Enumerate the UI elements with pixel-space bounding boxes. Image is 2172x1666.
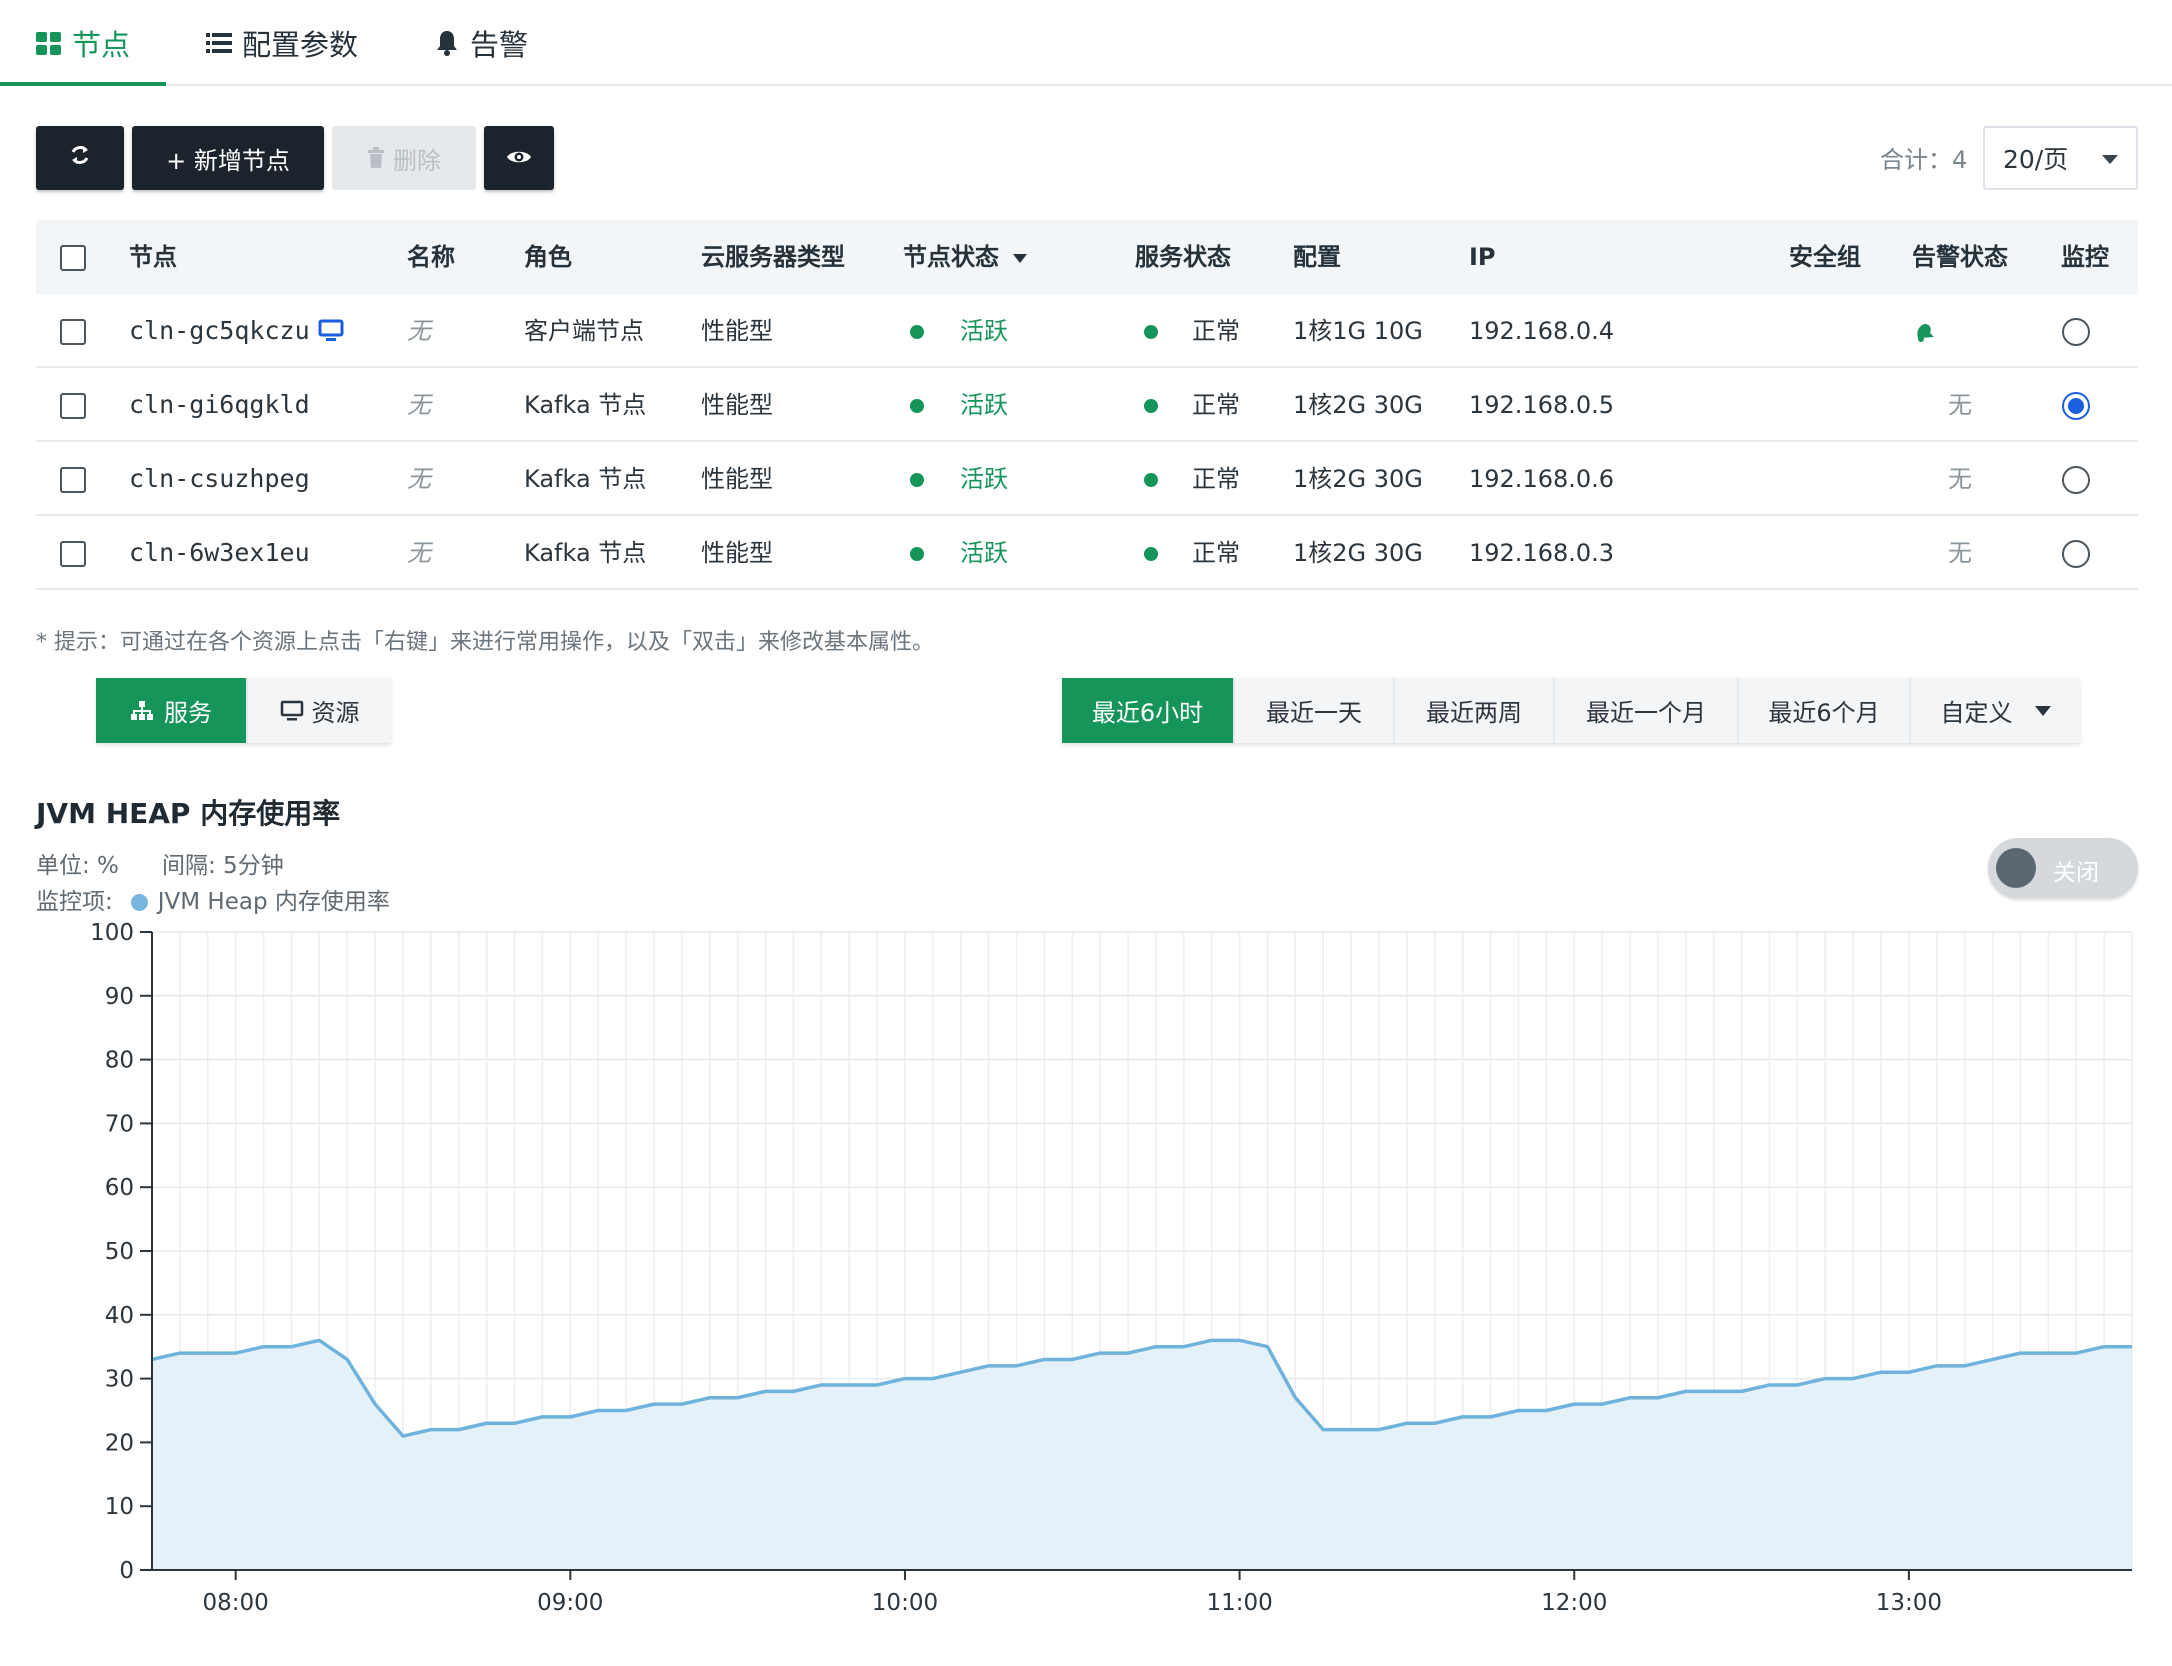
y-tick-label: 90 bbox=[105, 984, 134, 1010]
y-tick-label: 100 bbox=[90, 920, 134, 946]
y-tick-label: 10 bbox=[105, 1494, 134, 1520]
x-tick-label: 08:00 bbox=[203, 1590, 269, 1616]
y-tick-label: 80 bbox=[105, 1048, 134, 1074]
x-tick-label: 09:00 bbox=[537, 1590, 603, 1616]
x-tick-label: 10:00 bbox=[872, 1590, 938, 1616]
heap-usage-chart: 0 10 20 30 40 50 60 70 80 90 100 08:00 09:00 10:00 11:… bbox=[90, 920, 2133, 1616]
series-area bbox=[152, 1340, 2132, 1570]
y-tick-label: 30 bbox=[105, 1367, 134, 1393]
y-tick-label: 0 bbox=[119, 1558, 134, 1584]
y-tick-label: 60 bbox=[105, 1175, 134, 1201]
x-tick-label: 12:00 bbox=[1541, 1590, 1607, 1616]
y-tick-label: 20 bbox=[105, 1430, 134, 1456]
y-tick-label: 50 bbox=[105, 1239, 134, 1265]
x-tick-label: 13:00 bbox=[1876, 1590, 1942, 1616]
x-tick-label: 11:00 bbox=[1206, 1590, 1272, 1616]
y-tick-label: 70 bbox=[105, 1111, 134, 1137]
y-tick-label: 40 bbox=[105, 1303, 134, 1329]
